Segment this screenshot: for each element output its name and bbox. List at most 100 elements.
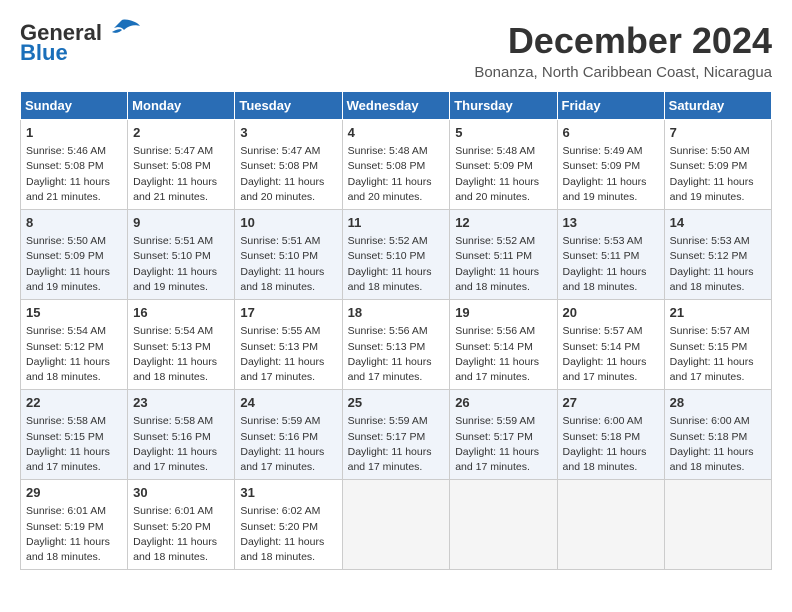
day-info: Sunrise: 6:01 AM Sunset: 5:20 PM Dayligh… [133, 504, 229, 565]
day-number: 15 [26, 304, 122, 322]
day-number: 29 [26, 484, 122, 502]
day-number: 18 [348, 304, 445, 322]
col-thursday: Thursday [450, 92, 557, 120]
day-info: Sunrise: 5:54 AM Sunset: 5:12 PM Dayligh… [26, 324, 122, 385]
calendar-cell: 26 Sunrise: 5:59 AM Sunset: 5:17 PM Dayli… [450, 390, 557, 480]
calendar-cell: 4Sunrise: 5:48 AM Sunset: 5:08 PM Daylig… [342, 120, 450, 210]
calendar-cell: 9 Sunrise: 5:51 AM Sunset: 5:10 PM Daylig… [128, 210, 235, 300]
calendar-cell: 24Sunrise: 5:59 AM Sunset: 5:16 PM Dayli… [235, 390, 342, 480]
calendar-cell: 20Sunrise: 5:57 AM Sunset: 5:14 PM Dayli… [557, 300, 664, 390]
day-number: 5 [455, 124, 551, 142]
calendar-cell: 22 Sunrise: 5:58 AM Sunset: 5:15 PM Dayli… [21, 390, 128, 480]
col-tuesday: Tuesday [235, 92, 342, 120]
location-subtitle: Bonanza, North Caribbean Coast, Nicaragu… [474, 64, 772, 81]
calendar-cell: 21 Sunrise: 5:57 AM Sunset: 5:15 PM Dayli… [664, 300, 771, 390]
day-number: 22 [26, 394, 122, 412]
title-block: December 2024 Bonanza, North Caribbean C… [474, 20, 772, 81]
day-info: Sunrise: 5:56 AM Sunset: 5:14 PM Dayligh… [455, 324, 551, 385]
calendar-week-row: 29 Sunrise: 6:01 AM Sunset: 5:19 PM Dayli… [21, 480, 772, 570]
page-header: General Blue December 2024 Bonanza, Nort… [20, 20, 772, 81]
calendar-cell: 7 Sunrise: 5:50 AM Sunset: 5:09 PM Daylig… [664, 120, 771, 210]
col-monday: Monday [128, 92, 235, 120]
day-number: 9 [133, 214, 229, 232]
calendar-cell: 23Sunrise: 5:58 AM Sunset: 5:16 PM Dayli… [128, 390, 235, 480]
day-number: 21 [670, 304, 766, 322]
day-info: Sunrise: 6:01 AM Sunset: 5:19 PM Dayligh… [26, 504, 122, 565]
day-number: 6 [563, 124, 659, 142]
day-number: 30 [133, 484, 229, 502]
calendar-cell: 27Sunrise: 6:00 AM Sunset: 5:18 PM Dayli… [557, 390, 664, 480]
day-info: Sunrise: 5:57 AM Sunset: 5:15 PM Dayligh… [670, 324, 766, 385]
day-number: 13 [563, 214, 659, 232]
day-info: Sunrise: 5:50 AM Sunset: 5:09 PM Dayligh… [26, 234, 122, 295]
calendar-cell [557, 480, 664, 570]
day-info: Sunrise: 5:49 AM Sunset: 5:09 PM Dayligh… [563, 144, 659, 205]
day-number: 14 [670, 214, 766, 232]
calendar-cell: 1 Sunrise: 5:46 AM Sunset: 5:08 PM Daylig… [21, 120, 128, 210]
calendar-cell: 3 Sunrise: 5:47 AM Sunset: 5:08 PM Daylig… [235, 120, 342, 210]
day-info: Sunrise: 5:59 AM Sunset: 5:17 PM Dayligh… [455, 414, 551, 475]
day-info: Sunrise: 6:00 AM Sunset: 5:18 PM Dayligh… [670, 414, 766, 475]
day-info: Sunrise: 5:47 AM Sunset: 5:08 PM Dayligh… [133, 144, 229, 205]
day-number: 16 [133, 304, 229, 322]
calendar-cell [450, 480, 557, 570]
month-title: December 2024 [474, 20, 772, 62]
calendar-cell: 11 Sunrise: 5:52 AM Sunset: 5:10 PM Dayli… [342, 210, 450, 300]
day-number: 3 [240, 124, 336, 142]
day-info: Sunrise: 5:51 AM Sunset: 5:10 PM Dayligh… [133, 234, 229, 295]
day-number: 1 [26, 124, 122, 142]
day-number: 8 [26, 214, 122, 232]
calendar-week-row: 8 Sunrise: 5:50 AM Sunset: 5:09 PM Daylig… [21, 210, 772, 300]
day-info: Sunrise: 5:48 AM Sunset: 5:09 PM Dayligh… [455, 144, 551, 205]
day-number: 25 [348, 394, 445, 412]
day-number: 7 [670, 124, 766, 142]
calendar-week-row: 1 Sunrise: 5:46 AM Sunset: 5:08 PM Daylig… [21, 120, 772, 210]
day-info: Sunrise: 5:58 AM Sunset: 5:16 PM Dayligh… [133, 414, 229, 475]
day-info: Sunrise: 5:55 AM Sunset: 5:13 PM Dayligh… [240, 324, 336, 385]
day-number: 11 [348, 214, 445, 232]
day-number: 17 [240, 304, 336, 322]
col-friday: Friday [557, 92, 664, 120]
calendar-cell: 17 Sunrise: 5:55 AM Sunset: 5:13 PM Dayli… [235, 300, 342, 390]
day-number: 10 [240, 214, 336, 232]
day-number: 12 [455, 214, 551, 232]
col-saturday: Saturday [664, 92, 771, 120]
calendar-cell [342, 480, 450, 570]
day-info: Sunrise: 5:53 AM Sunset: 5:12 PM Dayligh… [670, 234, 766, 295]
calendar-cell: 18 Sunrise: 5:56 AM Sunset: 5:13 PM Dayli… [342, 300, 450, 390]
calendar-cell: 10 Sunrise: 5:51 AM Sunset: 5:10 PM Dayli… [235, 210, 342, 300]
day-info: Sunrise: 5:46 AM Sunset: 5:08 PM Dayligh… [26, 144, 122, 205]
calendar-table: Sunday Monday Tuesday Wednesday Thursday… [20, 91, 772, 570]
calendar-header-row: Sunday Monday Tuesday Wednesday Thursday… [21, 92, 772, 120]
day-number: 26 [455, 394, 551, 412]
day-info: Sunrise: 5:57 AM Sunset: 5:14 PM Dayligh… [563, 324, 659, 385]
calendar-cell: 6 Sunrise: 5:49 AM Sunset: 5:09 PM Daylig… [557, 120, 664, 210]
day-info: Sunrise: 6:02 AM Sunset: 5:20 PM Dayligh… [240, 504, 336, 565]
calendar-cell: 19 Sunrise: 5:56 AM Sunset: 5:14 PM Dayli… [450, 300, 557, 390]
calendar-week-row: 22 Sunrise: 5:58 AM Sunset: 5:15 PM Dayli… [21, 390, 772, 480]
calendar-cell: 13Sunrise: 5:53 AM Sunset: 5:11 PM Dayli… [557, 210, 664, 300]
day-info: Sunrise: 5:50 AM Sunset: 5:09 PM Dayligh… [670, 144, 766, 205]
day-info: Sunrise: 5:52 AM Sunset: 5:10 PM Dayligh… [348, 234, 445, 295]
day-number: 31 [240, 484, 336, 502]
col-wednesday: Wednesday [342, 92, 450, 120]
calendar-cell: 25 Sunrise: 5:59 AM Sunset: 5:17 PM Dayli… [342, 390, 450, 480]
day-info: Sunrise: 5:47 AM Sunset: 5:08 PM Dayligh… [240, 144, 336, 205]
calendar-cell: 28Sunrise: 6:00 AM Sunset: 5:18 PM Dayli… [664, 390, 771, 480]
logo: General Blue [20, 20, 140, 66]
calendar-cell: 2Sunrise: 5:47 AM Sunset: 5:08 PM Daylig… [128, 120, 235, 210]
day-info: Sunrise: 5:56 AM Sunset: 5:13 PM Dayligh… [348, 324, 445, 385]
day-info: Sunrise: 5:51 AM Sunset: 5:10 PM Dayligh… [240, 234, 336, 295]
calendar-cell: 30 Sunrise: 6:01 AM Sunset: 5:20 PM Dayli… [128, 480, 235, 570]
day-number: 19 [455, 304, 551, 322]
calendar-cell: 5 Sunrise: 5:48 AM Sunset: 5:09 PM Daylig… [450, 120, 557, 210]
calendar-cell: 12Sunrise: 5:52 AM Sunset: 5:11 PM Dayli… [450, 210, 557, 300]
day-info: Sunrise: 5:59 AM Sunset: 5:17 PM Dayligh… [348, 414, 445, 475]
day-info: Sunrise: 5:59 AM Sunset: 5:16 PM Dayligh… [240, 414, 336, 475]
logo-bird-icon [104, 18, 140, 40]
day-info: Sunrise: 5:58 AM Sunset: 5:15 PM Dayligh… [26, 414, 122, 475]
day-info: Sunrise: 6:00 AM Sunset: 5:18 PM Dayligh… [563, 414, 659, 475]
calendar-cell: 29 Sunrise: 6:01 AM Sunset: 5:19 PM Dayli… [21, 480, 128, 570]
calendar-cell: 31 Sunrise: 6:02 AM Sunset: 5:20 PM Dayli… [235, 480, 342, 570]
day-info: Sunrise: 5:54 AM Sunset: 5:13 PM Dayligh… [133, 324, 229, 385]
